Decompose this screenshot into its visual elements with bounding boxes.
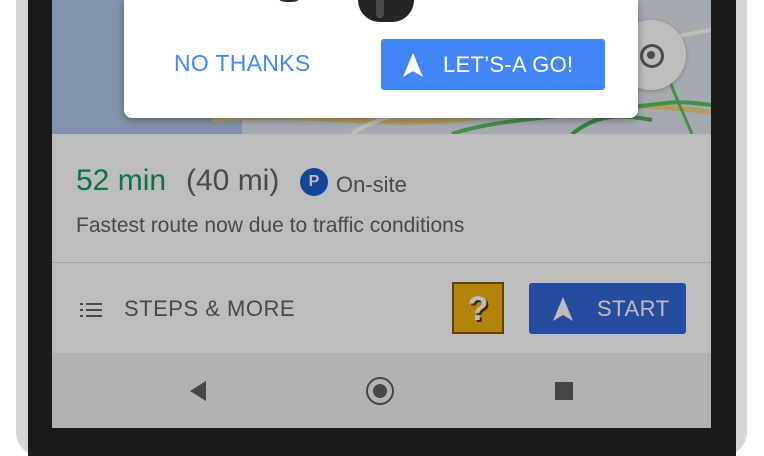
mario-kart-dialog: NO THANKS LET’S-A GO! <box>124 0 638 118</box>
navigation-arrow-icon <box>403 53 423 77</box>
no-thanks-button[interactable]: NO THANKS <box>174 50 310 77</box>
kart-wheel-graphic <box>358 0 414 22</box>
lets-a-go-button[interactable]: LET’S-A GO! <box>381 39 605 90</box>
lets-a-go-label: LET’S-A GO! <box>443 52 574 77</box>
kart-wheel-highlight <box>376 0 384 18</box>
kart-wheel-small-graphic <box>274 0 304 2</box>
